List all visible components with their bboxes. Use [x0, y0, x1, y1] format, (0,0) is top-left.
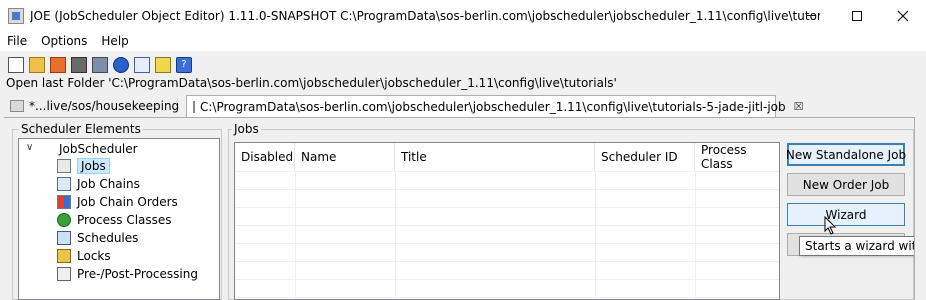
table-row-divider: [235, 207, 779, 208]
table-row-divider: [235, 279, 779, 280]
column-header-scheduler-id[interactable]: Scheduler ID: [595, 143, 695, 171]
job-chain-orders-icon: [57, 195, 71, 209]
minimize-button[interactable]: [788, 0, 834, 31]
tree-item-jobs[interactable]: Jobs: [57, 157, 110, 175]
tab-tutorials-5-jade-jitl-job[interactable]: C:\ProgramData\sos-berlin.com\jobschedul…: [186, 95, 804, 117]
tree-item-schedules[interactable]: Schedules: [57, 229, 138, 247]
table-row-divider: [235, 225, 779, 226]
save-icon[interactable]: [71, 57, 87, 73]
close-icon: [897, 10, 909, 21]
tree-item-process-classes[interactable]: Process Classes: [57, 211, 172, 229]
minimize-icon: [806, 15, 816, 16]
jobs-table[interactable]: Disabled Name Title Scheduler ID Process…: [234, 142, 780, 300]
help-icon[interactable]: ?: [176, 57, 192, 73]
web-service-icon[interactable]: [113, 57, 129, 73]
column-header-disabled[interactable]: Disabled: [235, 143, 295, 171]
maximize-button[interactable]: [834, 0, 880, 31]
process-classes-icon: [57, 213, 71, 227]
menu-file[interactable]: File: [0, 34, 34, 48]
tab-label: C:\ProgramData\sos-berlin.com\jobschedul…: [200, 99, 786, 114]
file-icon: [193, 100, 195, 113]
window-title: JOE (JobScheduler Object Editor) 1.11.0-…: [30, 8, 820, 23]
menu-help[interactable]: Help: [94, 34, 135, 48]
menu-options[interactable]: Options: [34, 34, 94, 48]
collapse-icon[interactable]: ∨: [26, 142, 33, 153]
tab-close-icon[interactable]: ☒: [794, 100, 804, 113]
tab-housekeeping[interactable]: *...live/sos/housekeeping: [4, 95, 184, 117]
tree-item-label: Job Chains: [77, 177, 140, 191]
tree-item-label: Job Chain Orders: [77, 195, 178, 209]
job-chains-icon: [57, 177, 71, 191]
scheduler-elements-tree[interactable]: ∨ JobScheduler Jobs Job Chains Job Chain…: [18, 138, 220, 300]
wizard-button[interactable]: Wizard: [787, 203, 905, 226]
schedules-icon: [57, 231, 71, 245]
column-header-name[interactable]: Name: [295, 143, 395, 171]
open-last-folder-link[interactable]: Open last Folder 'C:\ProgramData\sos-ber…: [6, 76, 617, 90]
table-column-divider: [295, 171, 296, 299]
app-icon: [8, 7, 24, 24]
wizard-icon[interactable]: [155, 57, 171, 73]
tree-item-job-chain-orders[interactable]: Job Chain Orders: [57, 193, 178, 211]
column-header-title[interactable]: Title: [395, 143, 595, 171]
tree-item-label: Process Classes: [77, 213, 172, 227]
jobs-group-label: Jobs: [232, 122, 261, 136]
tree-item-pre-post-processing[interactable]: Pre-/Post-Processing: [57, 265, 198, 283]
save-as-icon[interactable]: [92, 57, 108, 73]
new-icon[interactable]: [8, 57, 24, 73]
toolbar: ?: [0, 55, 197, 75]
tree-item-label: Schedules: [77, 231, 139, 245]
close-button[interactable]: [880, 0, 926, 31]
right-panel-edge: [914, 117, 926, 300]
new-standalone-job-button[interactable]: New Standalone Job: [786, 143, 906, 166]
wizard-tooltip: Starts a wizard with whi: [799, 236, 926, 256]
file-icon: [10, 100, 24, 112]
column-header-process-class[interactable]: Process Class: [695, 143, 779, 171]
tree-item-job-chains[interactable]: Job Chains: [57, 175, 140, 193]
tree-item-label: Pre-/Post-Processing: [77, 267, 198, 281]
table-row-divider: [235, 297, 779, 298]
reload-icon[interactable]: [134, 57, 150, 73]
open-folder-icon[interactable]: [50, 57, 66, 73]
tree-item-label: Jobs: [77, 158, 110, 174]
table-row-divider: [235, 189, 779, 190]
editor-tabs: *...live/sos/housekeeping C:\ProgramData…: [0, 95, 926, 117]
table-column-divider: [395, 171, 396, 299]
new-order-job-button[interactable]: New Order Job: [787, 173, 905, 196]
locks-icon: [57, 249, 71, 263]
tree-item-label: Locks: [77, 249, 111, 263]
table-column-divider: [695, 171, 696, 299]
tab-label: *...live/sos/housekeeping: [29, 99, 180, 113]
table-row-divider: [235, 261, 779, 262]
tree-item-locks[interactable]: Locks: [57, 247, 111, 265]
table-row-divider: [235, 243, 779, 244]
maximize-icon: [852, 10, 862, 21]
jobs-icon: [57, 159, 71, 173]
menu-bar: File Options Help: [0, 31, 926, 51]
scheduler-elements-label: Scheduler Elements: [19, 122, 143, 136]
mouse-cursor-icon: [824, 216, 837, 235]
tree-root-label: JobScheduler: [59, 142, 138, 156]
table-row-divider: [235, 171, 779, 172]
open-icon[interactable]: [29, 57, 45, 73]
pre-post-processing-icon: [57, 267, 71, 281]
table-column-divider: [595, 171, 596, 299]
tree-root-jobscheduler[interactable]: JobScheduler: [59, 140, 138, 158]
